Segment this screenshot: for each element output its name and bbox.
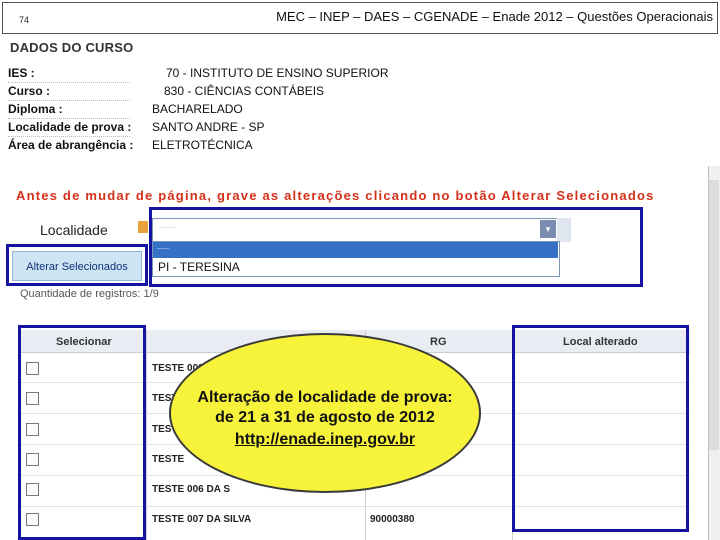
annotation-box-localidade xyxy=(149,207,643,287)
field-value-curso: 830 - CIÊNCIAS CONTÁBEIS xyxy=(164,84,325,98)
divider xyxy=(8,100,130,101)
divider xyxy=(8,82,130,83)
field-label-ies: IES : xyxy=(8,66,35,80)
callout-link[interactable]: http://enade.inep.gov.br xyxy=(171,431,479,449)
callout-line2: de 21 a 31 de agosto de 2012 xyxy=(215,409,435,426)
field-value-diploma: BACHARELADO xyxy=(152,102,243,116)
field-label-localidade: Localidade de prova : xyxy=(8,120,132,134)
divider xyxy=(8,118,130,119)
row-name: TESTE xyxy=(152,454,185,465)
field-value-area: ELETROTÉCNICA xyxy=(152,138,253,152)
callout-line1: Alteração de localidade de prova: xyxy=(197,389,453,406)
header-title: MEC – INEP – DAES – CGENADE – Enade 2012… xyxy=(276,9,713,24)
callout-ellipse: Alteração de localidade de prova: de 21 … xyxy=(169,333,481,493)
column-divider xyxy=(146,330,147,540)
annotation-box-selecionar xyxy=(18,325,146,540)
field-label-curso: Curso : xyxy=(8,84,50,98)
slide-header: 74 MEC – INEP – DAES – CGENADE – Enade 2… xyxy=(2,2,718,34)
field-value-localidade: SANTO ANDRE - SP xyxy=(152,120,265,134)
annotation-box-alterar xyxy=(6,244,148,286)
header-rg: RG xyxy=(430,336,447,348)
record-count: Quantidade de registros: 1/9 xyxy=(20,288,159,300)
row-rg: 90000380 xyxy=(370,514,415,525)
section-title: DADOS DO CURSO xyxy=(10,40,134,55)
field-value-ies: 70 - INSTITUTO DE ENSINO SUPERIOR xyxy=(166,66,389,80)
field-label-area: Área de abrangência : xyxy=(8,138,134,152)
page-number: 74 xyxy=(19,15,30,25)
divider xyxy=(8,136,130,137)
row-name: TESTE 007 DA SILVA xyxy=(152,514,252,525)
field-label-diploma: Diploma : xyxy=(8,102,63,116)
annotation-box-local-alterado xyxy=(512,325,689,532)
localidade-label: Localidade xyxy=(40,222,108,238)
warning-message: Antes de mudar de página, grave as alter… xyxy=(16,188,655,203)
scrollbar-thumb[interactable] xyxy=(709,180,719,450)
folder-icon xyxy=(138,221,148,233)
row-name: TESTE 006 DA S xyxy=(152,484,230,495)
